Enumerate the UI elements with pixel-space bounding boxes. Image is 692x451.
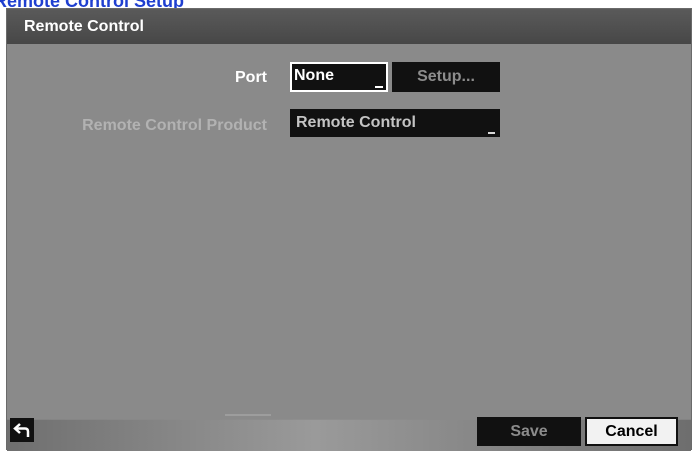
back-arrow-icon: [13, 423, 30, 437]
port-label: Port: [235, 69, 267, 86]
remote-control-dialog: Remote Control Port None Setup... Remote…: [6, 8, 692, 451]
cancel-button[interactable]: Cancel: [585, 417, 678, 446]
title-bar: Remote Control: [7, 9, 691, 44]
remote-control-product-label: Remote Control Product: [82, 117, 267, 134]
dialog-title: Remote Control: [24, 18, 144, 35]
remote-control-product-value: Remote Control: [296, 114, 416, 131]
save-button[interactable]: Save: [477, 417, 581, 446]
dropdown-arrow-icon: [488, 132, 495, 134]
port-dropdown[interactable]: None: [290, 62, 388, 92]
divider: [225, 414, 271, 416]
dropdown-arrow-icon: [375, 86, 383, 88]
setup-button[interactable]: Setup...: [392, 62, 500, 92]
port-dropdown-value: None: [294, 67, 334, 84]
back-button[interactable]: [10, 418, 34, 442]
remote-control-product-dropdown[interactable]: Remote Control: [290, 109, 500, 137]
